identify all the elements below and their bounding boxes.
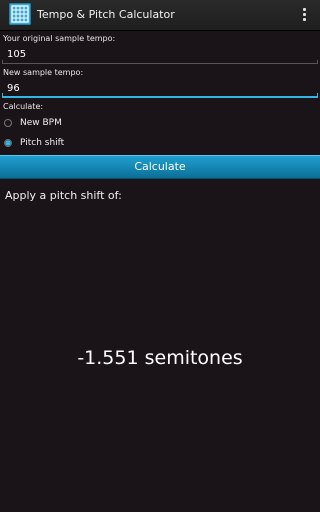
- grid-app-icon[interactable]: [9, 3, 31, 25]
- original-tempo-underline: [2, 63, 318, 64]
- radio-pitch-shift-indicator[interactable]: [4, 139, 12, 147]
- original-tempo-tick-right: [317, 60, 318, 64]
- original-tempo-input[interactable]: [2, 46, 318, 63]
- app-screen: Tempo & Pitch Calculator Your original s…: [0, 0, 320, 512]
- new-tempo-underline: [2, 96, 318, 98]
- radio-new-bpm-indicator[interactable]: [4, 119, 12, 127]
- radio-pitch-shift-label: Pitch shift: [20, 138, 65, 148]
- new-tempo-label: New sample tempo:: [3, 68, 84, 77]
- action-bar: Tempo & Pitch Calculator: [0, 0, 320, 31]
- radio-pitch-shift[interactable]: Pitch shift: [0, 134, 320, 154]
- original-tempo-tick-left: [2, 60, 3, 64]
- result-value: -1.551 semitones: [77, 347, 243, 369]
- calculate-button[interactable]: Calculate: [0, 155, 320, 179]
- result-intro-text: Apply a pitch shift of:: [5, 189, 122, 202]
- calculate-mode-label: Calculate:: [3, 102, 44, 111]
- radio-new-bpm[interactable]: New BPM: [0, 114, 320, 134]
- overflow-menu-icon[interactable]: [302, 8, 308, 22]
- new-tempo-tick-left: [2, 93, 3, 97]
- radio-new-bpm-label: New BPM: [20, 118, 62, 128]
- new-tempo-tick-right: [317, 93, 318, 97]
- app-title: Tempo & Pitch Calculator: [37, 8, 175, 21]
- original-tempo-label: Your original sample tempo:: [3, 34, 116, 43]
- new-tempo-input[interactable]: [2, 80, 318, 97]
